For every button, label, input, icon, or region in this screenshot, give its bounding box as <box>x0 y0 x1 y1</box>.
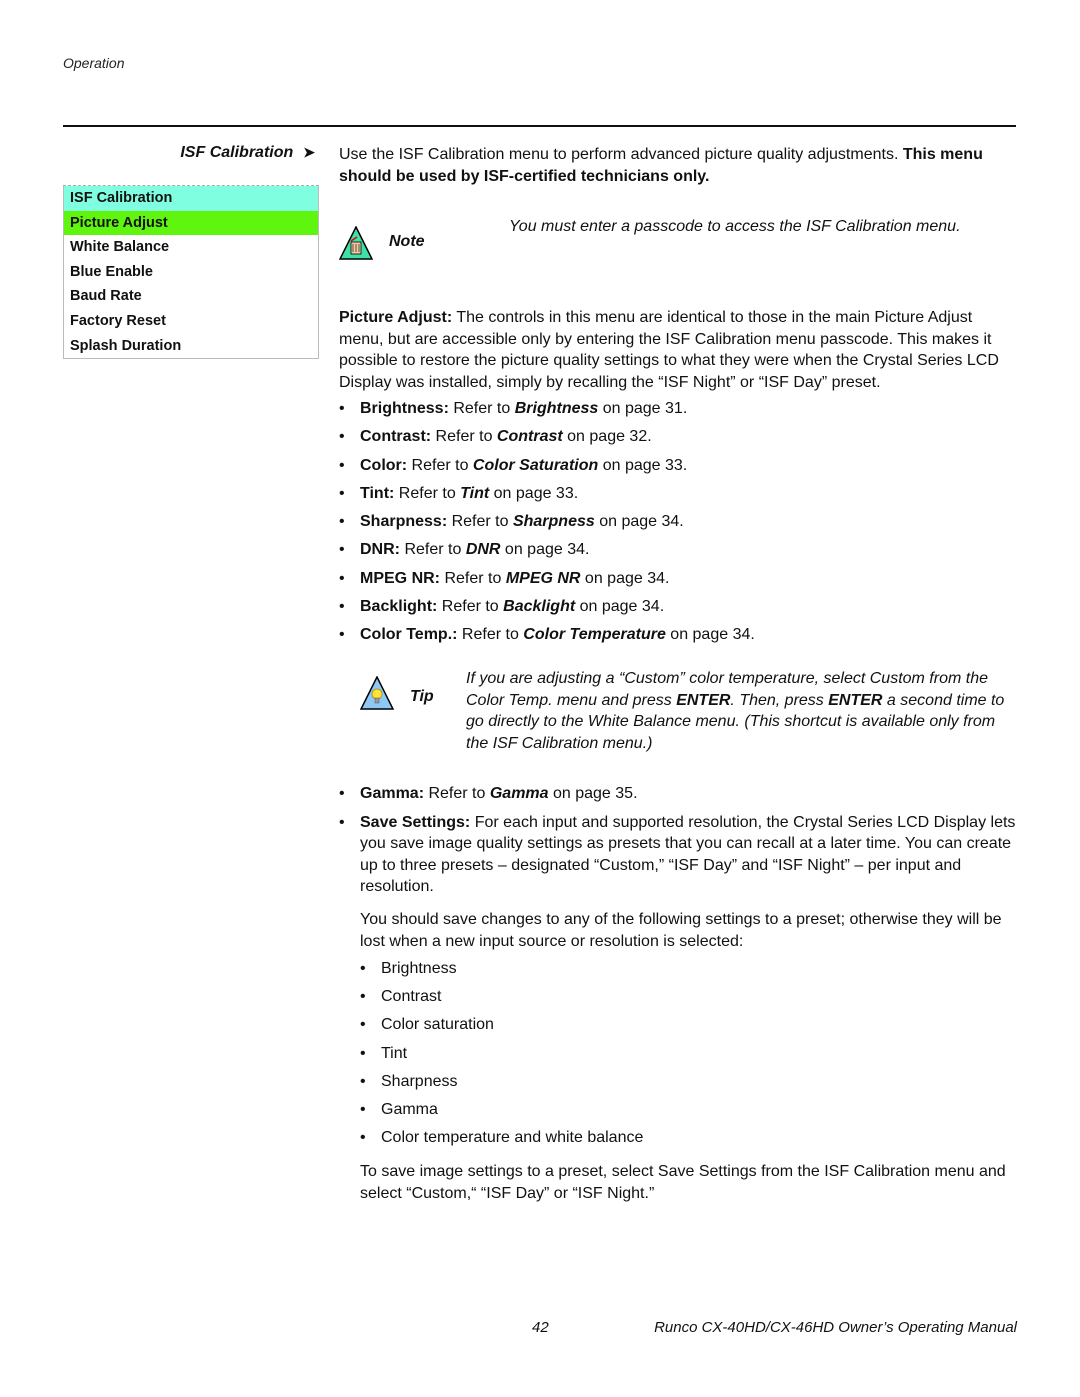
item-label: Color Temp.: <box>360 626 458 644</box>
arrow-right-icon: ➤ <box>303 144 315 160</box>
list-item: Contrast <box>360 986 1020 1014</box>
item-text: Refer to <box>457 626 524 644</box>
note-hand-icon <box>339 226 373 260</box>
menu-item-picture-adjust[interactable]: Picture Adjust <box>64 210 318 236</box>
cross-reference-link[interactable]: MPEG NR <box>506 570 581 587</box>
enter-key-label: ENTER <box>828 691 883 709</box>
item-label: Tint: <box>360 484 395 502</box>
reference-list: Brightness: Refer to Brightness on page … <box>339 398 1019 653</box>
final-paragraph: To save image settings to a preset, sele… <box>360 1163 1006 1202</box>
list-item: Tint: Refer to Tint on page 33. <box>339 483 1019 511</box>
item-text: on page 34. <box>580 569 670 587</box>
note-callout: Note You must enter a passcode to access… <box>339 218 1019 268</box>
item-text: Refer to <box>448 400 515 417</box>
tip-text-part: . Then, press <box>730 691 829 709</box>
item-text: on page 34. <box>575 598 665 616</box>
item-text: Refer to <box>447 513 513 531</box>
item-label: Brightness: <box>360 400 449 417</box>
list-item: Color saturation <box>360 1014 1020 1042</box>
cross-reference-link[interactable]: DNR <box>466 541 501 558</box>
header-rule <box>63 125 1016 127</box>
item-label: Backlight: <box>360 598 438 616</box>
note-label: Note <box>389 233 425 250</box>
menu-item-blue-enable[interactable]: Blue Enable <box>64 260 318 285</box>
item-label: MPEG NR: <box>360 569 440 587</box>
list-item: Sharpness: Refer to Sharpness on page 34… <box>339 511 1019 539</box>
item-text: Refer to <box>424 785 490 802</box>
item-label: Sharpness: <box>360 513 448 531</box>
item-text: on page 31. <box>598 400 688 417</box>
menu-item-factory-reset[interactable]: Factory Reset <box>64 309 318 334</box>
item-text: Refer to <box>440 569 506 587</box>
side-heading: ISF Calibration ➤ <box>63 144 315 162</box>
list-item: MPEG NR: Refer to MPEG NR on page 34. <box>339 568 1019 596</box>
item-text: on page 34. <box>500 541 590 559</box>
item-text: Refer to <box>407 456 473 474</box>
list-item-gamma: Gamma: Refer to Gamma on page 35. <box>339 783 1019 805</box>
cross-reference-link[interactable]: Tint <box>460 485 489 502</box>
item-text: Refer to <box>394 484 461 502</box>
cross-reference-link[interactable]: Color Temperature <box>523 626 666 643</box>
menu-item-white-balance[interactable]: White Balance <box>64 235 318 260</box>
item-text: on page 35. <box>548 785 638 802</box>
item-text: on page 32. <box>562 428 652 446</box>
running-header-section: Operation <box>63 55 125 71</box>
list-item: Brightness: Refer to Brightness on page … <box>339 398 1019 426</box>
cross-reference-link[interactable]: Color Saturation <box>473 457 598 474</box>
isf-calibration-menu: ISF Calibration Picture Adjust White Bal… <box>63 185 319 360</box>
cross-reference-link[interactable]: Brightness <box>515 400 599 417</box>
item-label: Contrast: <box>360 428 432 446</box>
picture-adjust-label: Picture Adjust: <box>339 309 453 326</box>
tip-lightbulb-icon <box>360 676 394 710</box>
list-item: Color Temp.: Refer to Color Temperature … <box>339 624 1019 652</box>
item-label: DNR: <box>360 541 400 559</box>
item-text: on page 33. <box>598 456 688 474</box>
list-item: Color temperature and white balance <box>360 1127 1020 1155</box>
list-item: Gamma <box>360 1099 1020 1127</box>
item-text: on page 34. <box>594 513 684 531</box>
menu-item-baud-rate[interactable]: Baud Rate <box>64 284 318 309</box>
settings-list: Gamma: Refer to Gamma on page 35. Save S… <box>339 783 1019 905</box>
cross-reference-link[interactable]: Sharpness <box>513 513 595 530</box>
enter-key-label: ENTER <box>676 691 731 709</box>
preset-settings-list: Brightness Contrast Color saturation Tin… <box>360 958 1020 1155</box>
page-number: 42 <box>532 1319 549 1336</box>
tip-text: If you are adjusting a “Custom” color te… <box>466 668 1006 754</box>
item-text: Refer to <box>400 541 466 559</box>
list-item: Tint <box>360 1043 1020 1071</box>
cross-reference-link[interactable]: Gamma <box>490 785 549 802</box>
save-paragraph: You should save changes to any of the fo… <box>360 911 1002 950</box>
item-label: Save Settings: <box>360 813 471 831</box>
picture-adjust-paragraph: Picture Adjust: The controls in this men… <box>339 307 1019 393</box>
list-item: Brightness <box>360 958 1020 986</box>
cross-reference-link[interactable]: Backlight <box>503 598 575 615</box>
cross-reference-link[interactable]: Contrast <box>497 428 563 445</box>
intro-text: Use the ISF Calibration menu to perform … <box>339 146 903 163</box>
tip-callout: Tip If you are adjusting a “Custom” colo… <box>360 668 1020 758</box>
item-label: Gamma: <box>360 785 425 802</box>
list-item: Contrast: Refer to Contrast on page 32. <box>339 426 1019 454</box>
item-text: Refer to <box>437 598 504 616</box>
intro-paragraph: Use the ISF Calibration menu to perform … <box>339 144 1019 187</box>
menu-item-isf-calibration[interactable]: ISF Calibration <box>64 186 318 211</box>
item-text: Refer to <box>431 428 497 446</box>
list-item: DNR: Refer to DNR on page 34. <box>339 539 1019 567</box>
item-label: Color: <box>360 456 408 474</box>
list-item: Sharpness <box>360 1071 1020 1099</box>
list-item-save-settings: Save Settings: For each input and suppor… <box>339 812 1019 898</box>
tip-label: Tip <box>410 688 434 705</box>
note-text: You must enter a passcode to access the … <box>509 218 961 235</box>
footer-manual-title: Runco CX-40HD/CX-46HD Owner’s Operating … <box>654 1319 1017 1336</box>
menu-item-splash-duration[interactable]: Splash Duration <box>64 334 318 359</box>
item-text: on page 33. <box>489 484 579 502</box>
side-heading-label: ISF Calibration <box>180 144 294 161</box>
list-item: Backlight: Refer to Backlight on page 34… <box>339 596 1019 624</box>
list-item: Color: Refer to Color Saturation on page… <box>339 455 1019 483</box>
item-text: on page 34. <box>665 626 755 644</box>
